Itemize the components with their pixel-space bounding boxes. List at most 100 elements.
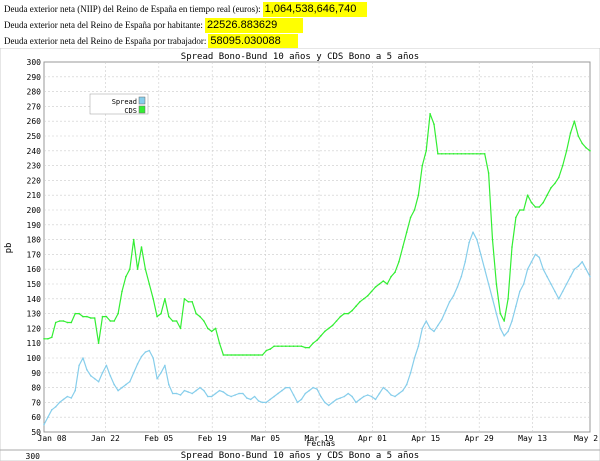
data-point-cds (183, 298, 186, 300)
data-point-cds (93, 317, 96, 319)
data-point-cds (515, 216, 517, 219)
data-point-spread (70, 397, 73, 399)
data-point-cds (78, 312, 80, 315)
data-point-spread (43, 423, 45, 426)
data-point-spread (300, 398, 303, 401)
data-point-spread (296, 401, 299, 404)
data-point-cds (335, 320, 338, 322)
stat-row-niip: Deuda exterior neta (NIIP) del Reino de … (4, 1, 367, 17)
data-point-spread (90, 375, 92, 377)
data-point-cds (331, 324, 334, 327)
data-point-spread (425, 320, 428, 322)
data-point-cds (472, 153, 474, 155)
data-point-cds (43, 338, 45, 340)
data-point-cds (503, 320, 506, 322)
data-point-cds (554, 182, 556, 185)
data-point-cds (70, 321, 73, 324)
data-point-spread (355, 401, 357, 404)
y-tick-label: 160 (27, 265, 42, 274)
data-point-cds (296, 345, 299, 348)
data-point-cds (519, 209, 521, 211)
data-point-cds (82, 315, 84, 318)
data-point-cds (589, 150, 591, 152)
data-point-spread (394, 395, 396, 398)
data-point-spread (480, 253, 482, 256)
data-point-spread (171, 392, 174, 395)
data-point-cds (285, 345, 287, 348)
data-point-spread (281, 389, 283, 392)
data-point-spread (429, 327, 431, 330)
data-point-cds (105, 315, 108, 318)
data-point-cds (413, 209, 416, 211)
data-point-spread (312, 386, 314, 389)
data-point-spread (421, 327, 424, 330)
data-point-spread (222, 391, 225, 393)
data-point-cds (405, 231, 408, 233)
data-point-cds (132, 238, 135, 241)
data-point-cds (187, 301, 190, 303)
data-point-cds (203, 320, 205, 322)
data-point-spread (561, 290, 564, 293)
data-point-cds (324, 330, 326, 333)
data-point-spread (187, 391, 190, 393)
x-tick-label: Jan 22 (91, 434, 120, 443)
y-tick-label: 80 (31, 384, 41, 393)
y-tick-label: 150 (27, 280, 42, 289)
data-point-cds (456, 153, 459, 155)
data-point-cds (234, 354, 236, 356)
data-point-cds (327, 327, 330, 330)
data-point-cds (242, 354, 244, 356)
data-point-cds (160, 312, 162, 315)
data-point-spread (370, 395, 373, 398)
data-point-spread (214, 392, 217, 395)
data-point-spread (207, 395, 209, 398)
data-point-spread (476, 238, 478, 241)
data-point-cds (441, 153, 443, 155)
data-point-cds (398, 261, 400, 263)
data-point-spread (503, 335, 506, 337)
data-point-spread (374, 398, 377, 401)
data-point-cds (359, 301, 361, 303)
data-point-cds (394, 271, 396, 273)
legend-label: CDS (124, 107, 137, 115)
x-tick-label: May 13 (518, 434, 547, 443)
data-point-cds (47, 338, 49, 340)
data-point-cds (507, 298, 509, 300)
y-tick-label: 100 (27, 354, 42, 363)
data-point-spread (542, 268, 544, 270)
y-tick-label: 270 (27, 102, 42, 111)
data-point-cds (171, 320, 174, 322)
y-tick-label: 290 (27, 73, 42, 82)
data-point-cds (58, 320, 61, 322)
plot-area (43, 61, 591, 433)
data-point-spread (343, 395, 346, 398)
data-point-spread (585, 268, 587, 270)
x-tick-label: Feb 05 (144, 434, 173, 443)
data-point-cds (522, 209, 525, 211)
data-point-cds (351, 309, 353, 312)
data-point-cds (168, 315, 170, 318)
data-point-spread (179, 394, 182, 396)
data-point-spread (292, 394, 295, 396)
data-point-cds (97, 342, 100, 345)
data-point-spread (472, 231, 474, 233)
y-tick-label: 190 (27, 221, 42, 230)
data-point-cds (487, 172, 490, 174)
data-point-cds (483, 153, 486, 155)
data-point-cds (542, 201, 544, 204)
data-point-spread (347, 392, 350, 395)
y-tick-label: 300 (27, 58, 42, 67)
data-point-cds (585, 147, 587, 149)
data-point-cds (207, 327, 209, 330)
stat-label: Deuda exterior neta del Reino de España … (4, 36, 207, 46)
data-point-spread (437, 324, 439, 327)
y-tick-label: 180 (27, 236, 42, 245)
y-tick-label: 140 (27, 295, 42, 304)
data-point-spread (191, 392, 193, 395)
data-point-cds (561, 164, 564, 167)
data-point-spread (448, 301, 451, 303)
data-point-spread (339, 397, 342, 399)
data-point-spread (47, 416, 49, 419)
x-axis-label: Fechas (307, 439, 336, 448)
data-point-cds (257, 354, 260, 356)
